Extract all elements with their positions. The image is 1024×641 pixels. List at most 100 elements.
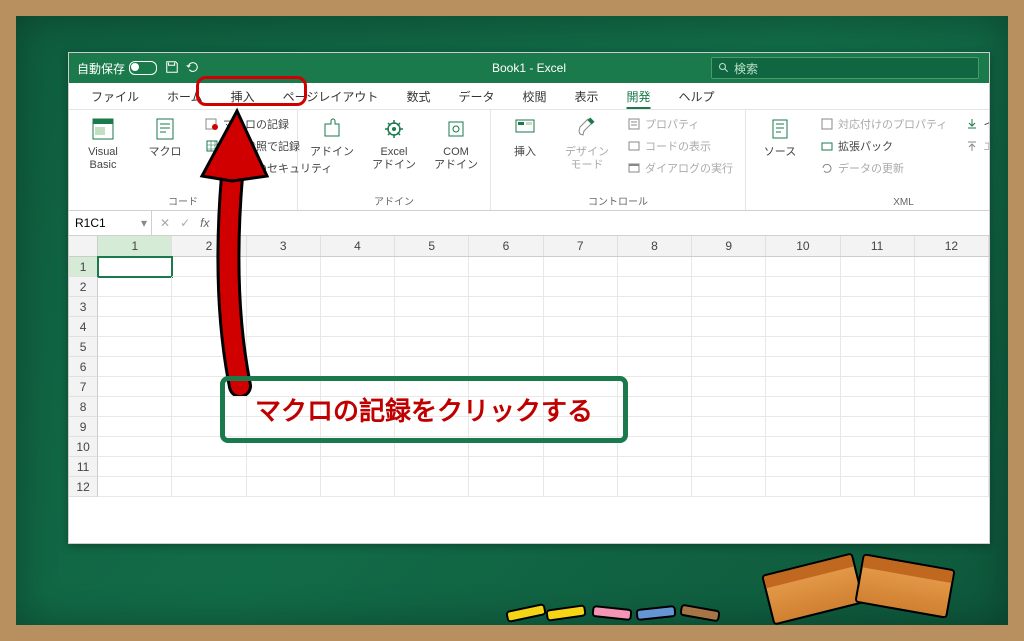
col-header[interactable]: 1 bbox=[98, 236, 172, 256]
cell[interactable] bbox=[766, 257, 840, 277]
cell[interactable] bbox=[98, 297, 172, 317]
cell[interactable] bbox=[692, 417, 766, 437]
cell[interactable] bbox=[98, 337, 172, 357]
col-header[interactable]: 2 bbox=[172, 236, 246, 256]
cell[interactable] bbox=[469, 277, 543, 297]
cell[interactable] bbox=[544, 357, 618, 377]
cell[interactable] bbox=[692, 357, 766, 377]
autosave-toggle[interactable] bbox=[129, 61, 157, 75]
cell[interactable] bbox=[247, 477, 321, 497]
com-addin-button[interactable]: COM アドイン bbox=[426, 112, 486, 174]
cell[interactable] bbox=[618, 317, 692, 337]
cell[interactable] bbox=[618, 357, 692, 377]
row-header[interactable]: 3 bbox=[69, 297, 98, 317]
col-header[interactable]: 9 bbox=[692, 236, 766, 256]
cell[interactable] bbox=[618, 437, 692, 457]
cell[interactable] bbox=[915, 417, 989, 437]
map-properties-button[interactable]: 対応付けのプロパティ bbox=[816, 114, 951, 134]
row-header[interactable]: 12 bbox=[69, 477, 98, 497]
cell[interactable] bbox=[841, 357, 915, 377]
cell[interactable] bbox=[469, 257, 543, 277]
import-button[interactable]: インポート bbox=[961, 114, 990, 134]
cell[interactable] bbox=[618, 277, 692, 297]
cell[interactable] bbox=[98, 397, 172, 417]
cell[interactable] bbox=[766, 337, 840, 357]
cell[interactable] bbox=[395, 357, 469, 377]
addin-button[interactable]: アドイン bbox=[302, 112, 362, 161]
cell[interactable] bbox=[544, 297, 618, 317]
cell[interactable] bbox=[915, 277, 989, 297]
cell[interactable] bbox=[915, 257, 989, 277]
cell[interactable] bbox=[692, 377, 766, 397]
cell[interactable] bbox=[544, 337, 618, 357]
visual-basic-button[interactable]: Visual Basic bbox=[73, 112, 133, 174]
cell[interactable] bbox=[544, 457, 618, 477]
row-header[interactable]: 1 bbox=[69, 257, 98, 277]
undo-icon[interactable] bbox=[185, 60, 199, 77]
source-button[interactable]: ソース bbox=[750, 112, 810, 161]
cell[interactable] bbox=[469, 357, 543, 377]
cell[interactable] bbox=[915, 377, 989, 397]
cell[interactable] bbox=[395, 257, 469, 277]
cell[interactable] bbox=[247, 337, 321, 357]
cell[interactable] bbox=[544, 477, 618, 497]
cell[interactable] bbox=[172, 357, 246, 377]
cell[interactable] bbox=[766, 437, 840, 457]
cell[interactable] bbox=[915, 457, 989, 477]
cell[interactable] bbox=[544, 277, 618, 297]
cell[interactable] bbox=[766, 357, 840, 377]
tab-developer[interactable]: 開発 bbox=[613, 82, 665, 111]
cell[interactable] bbox=[766, 297, 840, 317]
cell[interactable] bbox=[692, 317, 766, 337]
cell[interactable] bbox=[692, 477, 766, 497]
cell[interactable] bbox=[618, 297, 692, 317]
col-header[interactable]: 7 bbox=[544, 236, 618, 256]
cell[interactable] bbox=[766, 417, 840, 437]
cell[interactable] bbox=[841, 437, 915, 457]
cell[interactable] bbox=[915, 297, 989, 317]
search-box[interactable]: 検索 bbox=[711, 57, 979, 79]
cell[interactable] bbox=[692, 257, 766, 277]
cell[interactable] bbox=[618, 337, 692, 357]
cell[interactable] bbox=[618, 377, 692, 397]
run-dialog-button[interactable]: ダイアログの実行 bbox=[623, 158, 737, 178]
insert-control-button[interactable]: 挿入 bbox=[495, 112, 555, 161]
cell[interactable] bbox=[915, 357, 989, 377]
cell[interactable] bbox=[618, 457, 692, 477]
properties-button[interactable]: プロパティ bbox=[623, 114, 737, 134]
cell[interactable] bbox=[841, 297, 915, 317]
cell[interactable] bbox=[172, 277, 246, 297]
cell[interactable] bbox=[395, 297, 469, 317]
cell[interactable] bbox=[247, 457, 321, 477]
row-header[interactable]: 10 bbox=[69, 437, 98, 457]
cell[interactable] bbox=[395, 277, 469, 297]
tab-file[interactable]: ファイル bbox=[77, 82, 153, 111]
fx-label[interactable]: fx bbox=[200, 216, 209, 230]
cell[interactable] bbox=[841, 317, 915, 337]
excel-addin-button[interactable]: Excel アドイン bbox=[364, 112, 424, 174]
col-header[interactable]: 3 bbox=[247, 236, 321, 256]
macro-button[interactable]: マクロ bbox=[135, 112, 195, 161]
cell[interactable] bbox=[469, 337, 543, 357]
confirm-fx-icon[interactable]: ✓ bbox=[180, 216, 190, 230]
cell[interactable] bbox=[692, 397, 766, 417]
cell[interactable] bbox=[766, 277, 840, 297]
tab-pagelayout[interactable]: ページレイアウト bbox=[269, 82, 393, 111]
cell[interactable] bbox=[469, 317, 543, 337]
cell[interactable] bbox=[469, 457, 543, 477]
cell[interactable] bbox=[692, 297, 766, 317]
cell[interactable] bbox=[841, 337, 915, 357]
cell[interactable] bbox=[841, 277, 915, 297]
cell[interactable] bbox=[766, 477, 840, 497]
row-header[interactable]: 2 bbox=[69, 277, 98, 297]
cell[interactable] bbox=[247, 357, 321, 377]
tab-data[interactable]: データ bbox=[444, 82, 508, 111]
cell[interactable] bbox=[172, 297, 246, 317]
cell[interactable] bbox=[915, 337, 989, 357]
cell[interactable] bbox=[915, 477, 989, 497]
cell[interactable] bbox=[692, 457, 766, 477]
cancel-fx-icon[interactable]: ✕ bbox=[160, 216, 170, 230]
cell[interactable] bbox=[915, 397, 989, 417]
tab-home[interactable]: ホーム bbox=[153, 82, 217, 111]
cell[interactable] bbox=[618, 397, 692, 417]
